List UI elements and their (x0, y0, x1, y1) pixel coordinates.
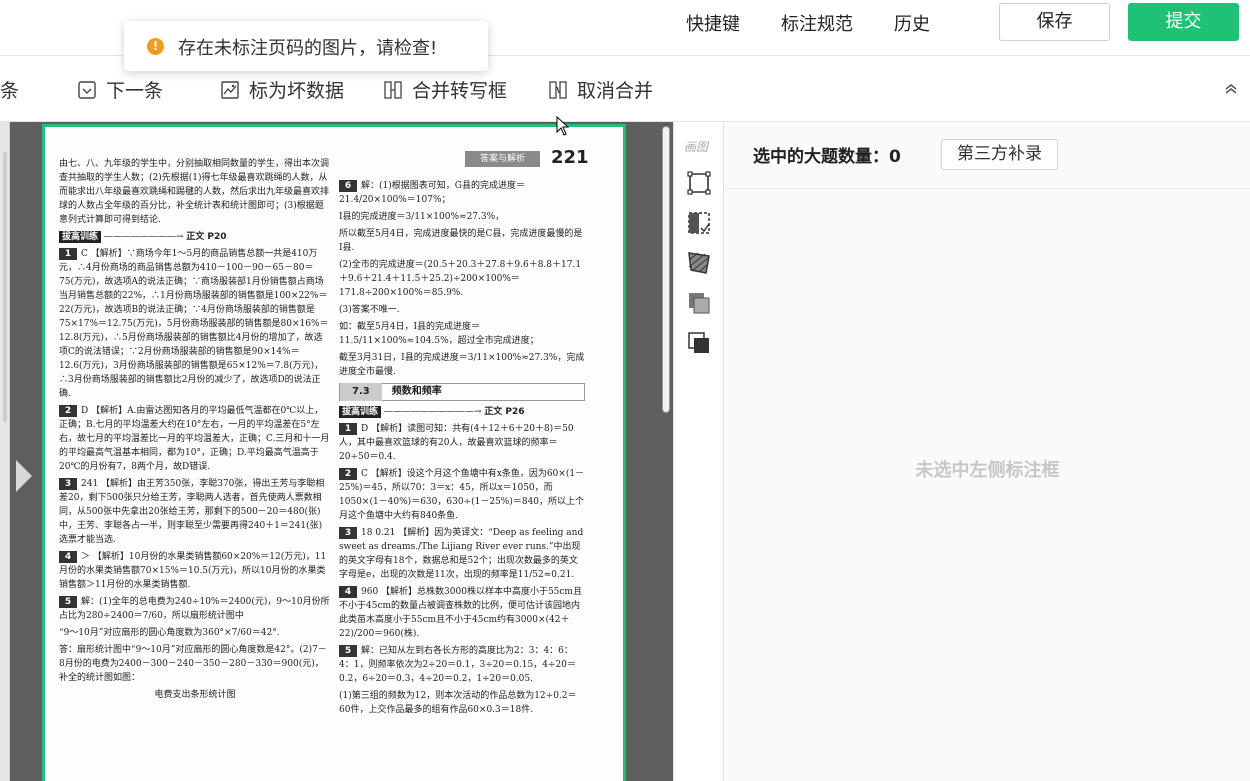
rect-select-icon[interactable] (686, 170, 712, 196)
answer-item: 3 18 0.21 【解析】因为英译文：“Deep as feeling and … (339, 526, 585, 582)
section-header: 拔高训练 ————————→ 正文 P20 (59, 230, 331, 244)
section-ref: 正文 P20 (186, 232, 227, 242)
section-bar: 7.3 频数和频率 (339, 383, 585, 401)
mark-bad-data-label: 标为坏数据 (249, 80, 345, 102)
section-tag: 拔高训练 (59, 231, 102, 243)
item-number: 4 (59, 551, 77, 563)
selected-count-label: 选中的大题数量：0 (753, 147, 901, 167)
item-number: 3 (339, 527, 357, 539)
left-intro-text: 由七、八、九年级的学生中，分别抽取相同数量的学生，得出本次调查共抽取的学生人数；… (59, 159, 330, 225)
item-number: 2 (59, 405, 77, 417)
warning-toast: ! 存在未标注页码的图片，请检查! (124, 21, 488, 71)
next-item-button[interactable]: 下一条 (78, 76, 163, 103)
answer-line: I县的完成进度＝3/11×100%≈27.3%， (339, 212, 505, 222)
item-text: ＞ 【解析】10月份的水果类销售额60×20%＝12(万元)，11月份的水果类销… (59, 552, 327, 590)
section-ref: 正文 P26 (484, 407, 525, 417)
item-number: 5 (59, 596, 77, 608)
drawing-toolbar: 画图 (673, 122, 724, 781)
item-text: D 【解析】A.由雷达图知各月的平均最低气温都在0℃以上，正确；B.七月的平均温… (59, 406, 330, 472)
item-number: 1 (339, 423, 357, 435)
answer-item: 5 解：已知从左到右各长方形的高度比为2：3：4：6：4：1，则频率依次为2÷20… (339, 644, 585, 686)
warning-icon: ! (147, 38, 164, 55)
answer-line: (1)第三组的频数为12，则本次活动的作品总数为12÷0.2＝60件，上交作品最… (339, 691, 577, 715)
item-text: C 【解析】设这个月这个鱼塘中有x条鱼，因为60×(1－25%)＝45，所以70… (339, 469, 585, 521)
image-bad-icon (221, 80, 239, 99)
item-number: 5 (339, 645, 357, 657)
prev-item-label: 条 (0, 80, 20, 102)
answer-line: 如：截至5月4日，I县的完成进度＝11.5/11×100%≈104.5%，超过全… (339, 322, 539, 346)
save-button[interactable]: 保存 (999, 3, 1110, 41)
third-party-entry-button[interactable]: 第三方补录 (941, 139, 1058, 170)
answer-line: 截至3月31日，I县的完成进度＝3/11×100%≈27.3%，完成进度全市最慢… (339, 353, 585, 377)
mouse-cursor-icon (556, 115, 570, 136)
answer-item: 5 解：(1)全年的总电费为240÷10%＝2400(元)，9～10月份所占比为2… (59, 595, 331, 623)
item-text: 解：已知从左到右各长方形的高度比为2：3：4：6：4：1，则频率依次为2÷20＝… (339, 646, 576, 684)
item-number: 1 (59, 248, 77, 260)
section-title: 频数和频率 (391, 386, 442, 397)
fill-layer-icon[interactable] (686, 290, 712, 316)
item-text: 18 0.21 【解析】因为英译文：“Deep as feeling and s… (339, 528, 584, 580)
expand-left-arrow-icon[interactable] (16, 460, 32, 492)
merge-box-button[interactable]: 合并转写框 (384, 76, 507, 103)
outline-layer-icon[interactable] (686, 330, 712, 356)
unmerge-button[interactable]: 取消合并 (549, 76, 653, 103)
section-header: 拔高训练 ——————————→ 正文 P26 (339, 405, 585, 419)
item-number: 6 (339, 180, 357, 192)
history-link[interactable]: 历史 (894, 10, 930, 36)
collapse-up-icon[interactable] (1222, 80, 1240, 98)
mark-bad-data-button[interactable]: 标为坏数据 (221, 76, 344, 103)
merge-box-label: 合并转写框 (412, 80, 508, 102)
answer-item: 4 960 【解析】总株数3000株以样本中高度小于55cm且不小于45cm的数量… (339, 585, 585, 641)
document-viewer[interactable]: 答案与解析 221 由七、八、九年级的学生中，分别抽取相同数量的学生，得出本次调… (10, 122, 673, 781)
panel-divider (725, 188, 1250, 189)
page-number: 221 (551, 147, 589, 168)
item-text: 解：(1)全年的总电费为240÷10%＝2400(元)，9～10月份所占比为28… (59, 597, 330, 621)
item-text: 解：(1)根据图表可知，G县的完成进度＝21.4/20×100%＝107%； (339, 181, 525, 205)
viewer-scrollbar[interactable] (662, 126, 670, 413)
item-number: 2 (339, 468, 357, 480)
next-item-label: 下一条 (106, 80, 164, 102)
polygon-icon[interactable] (686, 250, 712, 276)
unmerge-icon (549, 80, 567, 99)
toast-message: 存在未标注页码的图片，请检查! (178, 38, 438, 59)
prev-item-button[interactable]: 条 (0, 76, 19, 103)
answer-item: 4 ＞ 【解析】10月份的水果类销售额60×20%＝12(万元)，11月份的水果类… (59, 550, 331, 592)
answer-line: “9～10月”对应扇形的圆心角度数为360°×7/60＝42°. (59, 628, 280, 638)
submit-button[interactable]: 提交 (1128, 3, 1239, 41)
chart-caption: 电费支出条形统计图 (154, 690, 236, 700)
answer-line: (2)全市的完成进度＝(20.5＋20.3＋27.8＋9.6＋8.8＋17.1＋… (339, 260, 582, 298)
answer-line: (3)答案不唯一. (339, 305, 400, 315)
annotation-guide-link[interactable]: 标注规范 (781, 10, 853, 36)
answer-item: 2D 【解析】A.由雷达图知各月的平均最低气温都在0℃以上，正确；B.七月的平均… (59, 404, 331, 474)
section-number: 7.3 (340, 383, 382, 401)
shortcuts-link[interactable]: 快捷键 (686, 10, 740, 36)
answer-item: 3 241 【解析】由王芳350张，李聪370张，得出王芳与李聪相差20，剩下50… (59, 477, 331, 547)
left-scrollbar[interactable] (3, 152, 7, 422)
merge-icon (384, 80, 402, 99)
checkbox-icon (78, 80, 96, 99)
answer-item: 6 解：(1)根据图表可知，G县的完成进度＝21.4/20×100%＝107%； (339, 179, 585, 207)
page-header-tag: 答案与解析 (465, 151, 540, 167)
answer-item: 1C 【解析】∵商场今年1～5月的商品销售总额一共是410万元，∴4月份商场的商… (59, 247, 331, 401)
item-text: D 【解析】读图可知：共有(4＋12＋6＋20＋8)＝50人，其中最喜欢篮球的有… (339, 424, 574, 462)
document-page[interactable]: 答案与解析 221 由七、八、九年级的学生中，分别抽取相同数量的学生，得出本次调… (42, 124, 626, 781)
item-text: C 【解析】∵商场今年1～5月的商品销售总额一共是410万元，∴4月份商场的商品… (59, 249, 329, 399)
answer-line: 所以截至5月4日，完成进度最快的是C县，完成进度最慢的是I县. (339, 229, 583, 253)
empty-state-text: 未选中左侧标注框 (915, 460, 1060, 481)
item-number: 4 (339, 586, 357, 598)
selection-panel: 选中的大题数量：0 第三方补录 未选中左侧标注框 (725, 122, 1250, 781)
answer-item: 2C 【解析】设这个月这个鱼塘中有x条鱼，因为60×(1－25%)＝45，所以7… (339, 467, 585, 523)
left-edge-strip (0, 122, 10, 781)
item-number: 3 (59, 478, 77, 490)
tools-label: 画图 (684, 140, 709, 154)
left-column: 由七、八、九年级的学生中，分别抽取相同数量的学生，得出本次调查共抽取的学生人数；… (59, 157, 331, 705)
half-rect-icon[interactable] (686, 210, 712, 236)
section-tag: 拔高训练 (339, 406, 382, 418)
unmerge-label: 取消合并 (577, 80, 654, 102)
answer-item: 1D 【解析】读图可知：共有(4＋12＋6＋20＋8)＝50人，其中最喜欢篮球的… (339, 422, 585, 464)
item-text: 960 【解析】总株数3000株以样本中高度小于55cm且不小于45cm的数量占… (339, 587, 582, 639)
right-column: 6 解：(1)根据图表可知，G县的完成进度＝21.4/20×100%＝107%； … (339, 179, 585, 720)
item-text: 241 【解析】由王芳350张，李聪370张，得出王芳与李聪相差20，剩下500… (59, 479, 325, 545)
answer-line: 答：扇形统计图中“9～10月”对应扇形的圆心角度数是42°。(2)7－8月份的电… (59, 645, 327, 683)
